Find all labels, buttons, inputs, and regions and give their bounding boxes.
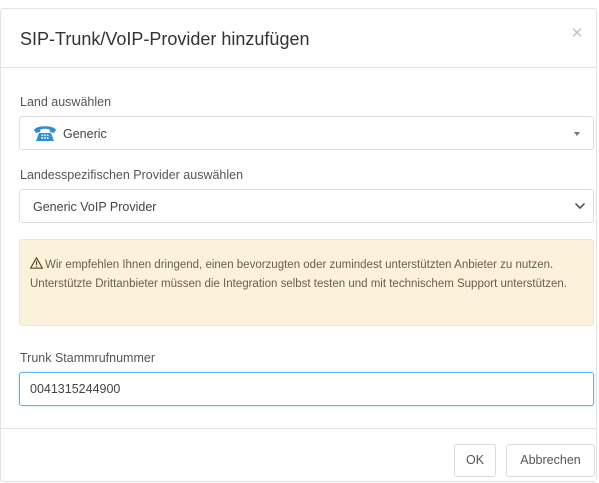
country-select[interactable]: Generic <box>19 116 594 150</box>
trunk-number-label: Trunk Stammrufnummer <box>20 351 155 365</box>
chevron-down-icon <box>575 203 585 209</box>
cancel-button[interactable]: Abbrechen <box>506 444 595 477</box>
dialog-header: SIP-Trunk/VoIP-Provider hinzufügen ✕ <box>1 9 596 68</box>
warning-icon <box>30 257 43 269</box>
close-icon[interactable]: ✕ <box>568 25 586 43</box>
provider-label: Landesspezifischen Provider auswählen <box>20 168 244 182</box>
dialog-title: SIP-Trunk/VoIP-Provider hinzufügen <box>20 29 310 49</box>
ok-button[interactable]: OK <box>454 444 496 477</box>
warning-alert: Wir empfehlen Ihnen dringend, einen bevo… <box>19 239 594 326</box>
alert-text: Wir empfehlen Ihnen dringend, einen bevo… <box>30 259 567 290</box>
trunk-number-input[interactable] <box>19 372 594 406</box>
phone-icon <box>34 126 56 141</box>
caret-down-icon <box>574 132 580 136</box>
alert-message: Wir empfehlen Ihnen dringend, einen bevo… <box>30 256 580 294</box>
country-selected-value: Generic <box>63 127 107 141</box>
provider-selected-value: Generic VoIP Provider <box>33 200 157 214</box>
country-label: Land auswählen <box>20 95 112 109</box>
dialog-footer: OK Abbrechen <box>1 428 596 483</box>
provider-select[interactable]: Generic VoIP Provider <box>19 189 594 223</box>
add-sip-trunk-dialog: SIP-Trunk/VoIP-Provider hinzufügen ✕ Lan… <box>0 8 597 482</box>
